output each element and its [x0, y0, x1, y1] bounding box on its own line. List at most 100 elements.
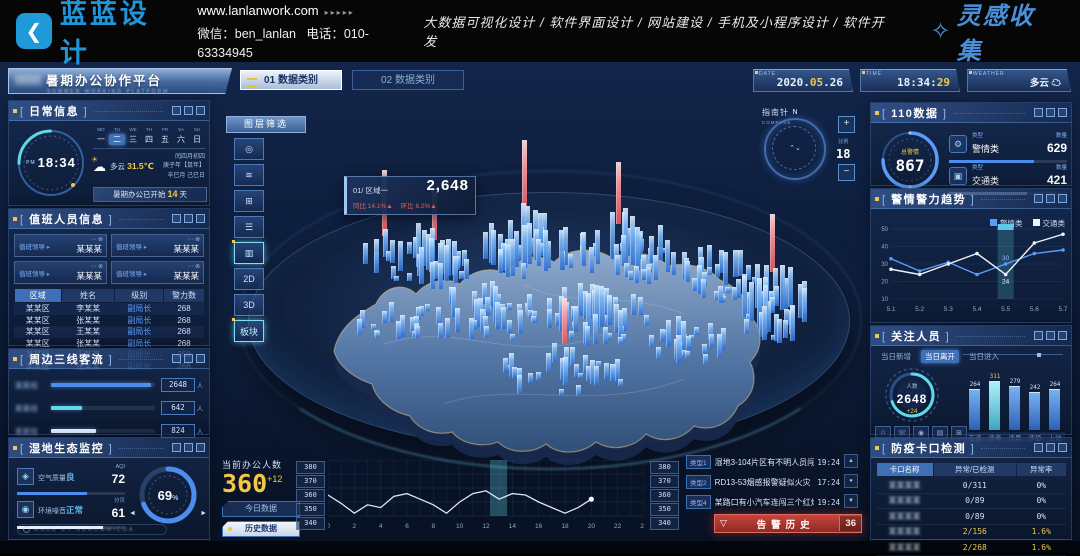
- table-row[interactable]: 某某某某2/1561.6%: [876, 525, 1066, 541]
- map-bar: [559, 389, 564, 395]
- table-row[interactable]: 某某某某0/890%: [876, 509, 1066, 525]
- collect-button[interactable]: ✧ 灵感收集: [931, 0, 1061, 66]
- scroll-dot-icon[interactable]: ●: [844, 474, 858, 488]
- arrow-right-icon[interactable]: ►: [200, 510, 207, 517]
- window-icon[interactable]: [184, 214, 193, 223]
- window-icon[interactable]: [184, 106, 193, 115]
- map-bar: [709, 334, 714, 347]
- alarm-icon: ⚙: [949, 135, 967, 153]
- bar[interactable]: [1049, 389, 1060, 430]
- map-3d-zone[interactable]: [238, 154, 860, 494]
- scroll-up-icon[interactable]: ▲: [844, 454, 858, 468]
- duty-card[interactable]: 值班领导⋯ ⊗某某某: [14, 261, 107, 284]
- map-bar: [569, 331, 574, 339]
- panel-focus-persons: 关注人员 当日新增 当日离开 当日进入 人数2648+24 ⌂ ☏ ◉ ▤ ⊞ …: [870, 325, 1072, 435]
- website-link[interactable]: www.lanlanwork.com: [197, 3, 318, 18]
- map-bar: [701, 279, 706, 299]
- tab-data-category-2[interactable]: 02 数据类别: [352, 70, 464, 90]
- map-bar: [790, 306, 795, 341]
- weather-plate: WEATHER 多云 ☁: [967, 69, 1071, 92]
- expand-icon[interactable]: [1058, 443, 1067, 452]
- alert-item[interactable]: 类型2 RD13-53烟感报警疑似火灾 17:24: [686, 474, 840, 490]
- arrow-left-icon[interactable]: ◄: [129, 510, 136, 517]
- bar[interactable]: [969, 389, 980, 430]
- expand-icon[interactable]: [1058, 331, 1067, 340]
- platform-subtitle: SUMMER WORKING PLATFORM: [47, 89, 225, 95]
- star-icon: ✧: [931, 17, 951, 46]
- bar[interactable]: [1029, 392, 1040, 430]
- map-bar: [552, 343, 557, 361]
- map-bar: [618, 379, 623, 386]
- window-icon[interactable]: [1046, 108, 1055, 117]
- window-icon[interactable]: [1046, 331, 1055, 340]
- map-bar: [783, 320, 788, 338]
- bar[interactable]: [1009, 386, 1020, 430]
- minimize-icon[interactable]: [1034, 194, 1043, 203]
- history-count-badge: 36: [839, 516, 861, 531]
- window-icon[interactable]: [184, 354, 193, 363]
- minimize-icon[interactable]: [1034, 331, 1043, 340]
- map-bar: [390, 240, 395, 263]
- expand-icon[interactable]: [1058, 108, 1067, 117]
- map-bar: [788, 267, 793, 308]
- watermark-icon: [23, 526, 30, 533]
- expand-icon[interactable]: [196, 106, 205, 115]
- tab-left-today[interactable]: 当日离开: [921, 350, 959, 363]
- tab-new-today[interactable]: 当日新增: [877, 350, 915, 363]
- window-icon[interactable]: [184, 443, 193, 452]
- tab-data-category-1[interactable]: 01 数据类别: [240, 70, 342, 90]
- alert-item[interactable]: 类型4 某路口有小汽车连闯三个红灯 19:24: [686, 494, 840, 510]
- minimize-icon[interactable]: [172, 214, 181, 223]
- summer-notice-bar: 暑期办公已开始14天: [93, 187, 207, 202]
- minimize-icon[interactable]: [1034, 443, 1043, 452]
- history-data-button[interactable]: 历史数据: [222, 521, 300, 537]
- today-data-button[interactable]: 今日数据: [222, 501, 300, 517]
- duty-card[interactable]: 值班领导⋯ ⊗某某某: [111, 261, 204, 284]
- expand-icon[interactable]: [196, 443, 205, 452]
- table-row[interactable]: 某某某某0/3110%: [876, 478, 1066, 494]
- panel-title: 警情警力趋势: [882, 191, 975, 207]
- table-row[interactable]: 某某某某0/890%: [876, 494, 1066, 510]
- duty-card[interactable]: 值班领导⋯ ⊗某某某: [111, 234, 204, 257]
- mode-block-button[interactable]: 板块: [234, 320, 264, 342]
- mode-2d-button[interactable]: 2D: [234, 268, 264, 290]
- scroll-down-icon[interactable]: ▼: [844, 494, 858, 508]
- zoom-out-button[interactable]: −: [838, 164, 855, 181]
- cluster-icon[interactable]: ⊞: [234, 190, 264, 212]
- minimize-icon[interactable]: [172, 354, 181, 363]
- table-row[interactable]: 某某区李某某副局长268: [14, 303, 204, 315]
- bar[interactable]: [989, 381, 1000, 430]
- list-icon[interactable]: ☰: [234, 216, 264, 238]
- expand-icon[interactable]: [196, 354, 205, 363]
- table-row[interactable]: 某某某某2/2681.6%: [876, 540, 1066, 556]
- checkpoint-table-header[interactable]: 卡口名称异常/已检测异常率: [876, 463, 1066, 476]
- alert-item[interactable]: 类型1 湿地3-104片区有不明人员闯入 19:24: [686, 454, 840, 470]
- window-icon[interactable]: [1046, 194, 1055, 203]
- table-row[interactable]: 某某区张某某副局长268: [14, 315, 204, 327]
- svg-text:22: 22: [614, 523, 622, 530]
- expand-icon[interactable]: [196, 214, 205, 223]
- window-icon[interactable]: [1046, 443, 1055, 452]
- compass-widget: 指南针 COMPASS N ⌃⌄ + 比例 18 −: [762, 102, 858, 125]
- minimize-icon[interactable]: [172, 106, 181, 115]
- camera-icon[interactable]: ◎: [234, 138, 264, 160]
- table-row[interactable]: 某某区王某某副局长268: [14, 326, 204, 338]
- expand-icon[interactable]: [1058, 194, 1067, 203]
- minimize-icon[interactable]: [172, 443, 181, 452]
- panel-title: 湿地生态监控: [20, 440, 113, 456]
- duty-card[interactable]: 值班领导⋯ ⊗某某某: [14, 234, 107, 257]
- svg-text:50: 50: [881, 227, 888, 233]
- compass-dial[interactable]: N ⌃⌄: [764, 118, 826, 180]
- barchart-icon[interactable]: ▥: [234, 242, 264, 264]
- zoom-in-button[interactable]: +: [838, 116, 855, 133]
- mini-slider[interactable]: [963, 354, 1063, 355]
- mode-3d-button[interactable]: 3D: [234, 294, 264, 316]
- alert-history-button[interactable]: ▽ 告警历史 36: [714, 514, 862, 533]
- minimize-icon[interactable]: [1034, 108, 1043, 117]
- duty-table-header[interactable]: 区域姓名级别警力数: [14, 289, 204, 302]
- map-bar: [685, 351, 690, 358]
- map-bar: [374, 239, 379, 273]
- panel-daily-info: 日常信息 PM18:34 MO一 TU二 WE三 TH四 FR五 SA六 SU日…: [8, 100, 210, 206]
- signal-icon[interactable]: ≋: [234, 164, 264, 186]
- map-bar: [594, 366, 599, 385]
